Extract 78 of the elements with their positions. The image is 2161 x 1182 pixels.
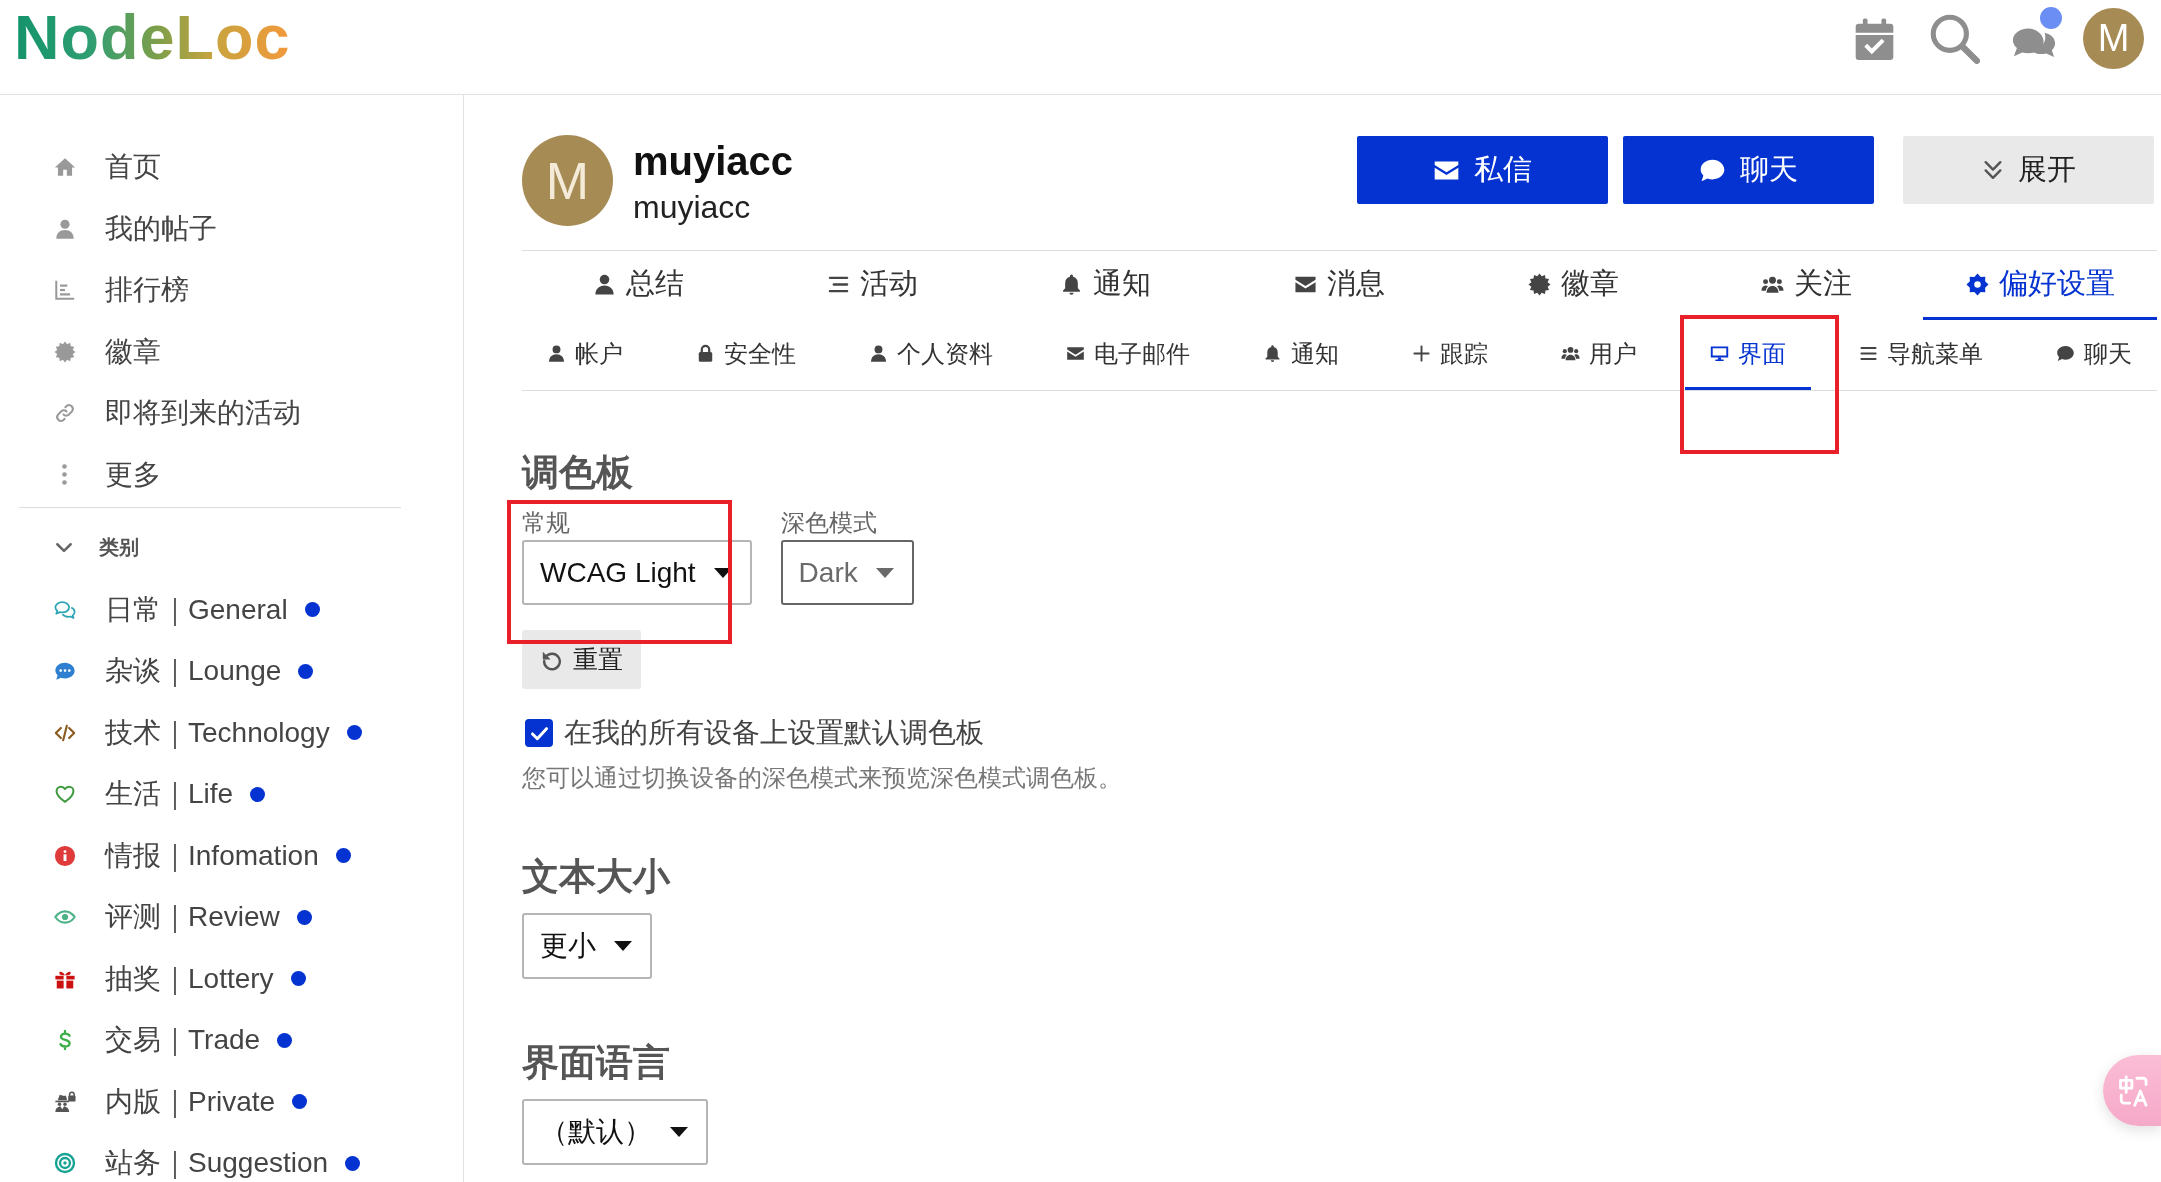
category-link[interactable]: 抽奖｜Lottery bbox=[54, 960, 306, 997]
bar-chart-icon bbox=[54, 279, 76, 302]
help-text: 您可以通过切换设备的深色模式来预览深色模式调色板。 bbox=[522, 763, 1122, 793]
section-heading: 调色板 bbox=[522, 451, 633, 495]
category-section-toggle[interactable]: 类别 bbox=[54, 527, 139, 568]
preferences-tab[interactable]: 用户 bbox=[1536, 320, 1662, 390]
user-icon bbox=[54, 217, 76, 240]
category-link[interactable]: 日常｜General bbox=[54, 591, 320, 628]
bars-icon bbox=[1859, 344, 1878, 363]
caret-down-icon bbox=[670, 1127, 688, 1137]
plus-icon bbox=[1412, 344, 1431, 363]
section-heading: 文本大小 bbox=[522, 855, 670, 899]
link-icon bbox=[54, 402, 76, 425]
caret-down-icon bbox=[614, 941, 632, 951]
preferences-tab[interactable]: 安全性 bbox=[671, 320, 821, 390]
profile-tab[interactable]: 消息 bbox=[1222, 251, 1457, 320]
category-link[interactable]: 技术｜Technology bbox=[54, 714, 362, 751]
user-icon bbox=[869, 344, 888, 363]
field-label: 常规 bbox=[522, 508, 570, 538]
sidebar-item[interactable]: 我的帖子 bbox=[54, 206, 217, 251]
palette-select[interactable]: Dark bbox=[780, 540, 914, 605]
preferences-tab[interactable]: 界面 bbox=[1685, 320, 1811, 390]
preferences-tab[interactable]: 电子邮件 bbox=[1041, 320, 1215, 390]
profile-tab[interactable]: 关注 bbox=[1689, 251, 1924, 320]
user-icon bbox=[547, 344, 566, 363]
sidebar-item[interactable]: 首页 bbox=[54, 145, 161, 189]
profile-tab[interactable]: 通知 bbox=[989, 251, 1223, 320]
message-button[interactable]: 私信 bbox=[1357, 136, 1608, 204]
envelope-icon bbox=[1066, 344, 1085, 363]
preferences-tab[interactable]: 跟踪 bbox=[1387, 320, 1513, 390]
category-link[interactable]: 内版｜Private bbox=[54, 1083, 308, 1120]
profile-tab[interactable]: 偏好设置 bbox=[1923, 251, 2158, 320]
text-size-select[interactable]: 更小 bbox=[522, 913, 652, 979]
profile-tab[interactable]: 徽章 bbox=[1456, 251, 1690, 320]
monitor-icon bbox=[1710, 344, 1729, 363]
sidebar-item[interactable]: 即将到来的活动 bbox=[54, 391, 301, 436]
sidebar-item[interactable]: 更多 bbox=[54, 452, 161, 497]
chat-bubble-icon bbox=[2056, 344, 2075, 363]
sidebar-item[interactable]: 徽章 bbox=[54, 329, 161, 374]
expand-button[interactable]: 展开 bbox=[1903, 136, 2154, 204]
profile-tab[interactable]: 活动 bbox=[755, 251, 990, 320]
badge-icon bbox=[1527, 272, 1551, 296]
vertical-dots-icon bbox=[62, 464, 67, 486]
badge-icon bbox=[54, 340, 76, 363]
user-icon bbox=[593, 272, 617, 296]
preferences-tab[interactable]: 导航菜单 bbox=[1834, 320, 2008, 390]
search-icon[interactable] bbox=[1929, 13, 1980, 64]
lock-icon bbox=[696, 344, 715, 363]
reset-button[interactable]: 重置 bbox=[522, 630, 641, 689]
section-heading: 界面语言 bbox=[522, 1041, 670, 1085]
preferences-tab[interactable]: 通知 bbox=[1238, 320, 1364, 390]
caret-down-icon bbox=[875, 567, 894, 578]
profile-avatar: M bbox=[522, 135, 613, 226]
language-select[interactable]: （默认） bbox=[522, 1099, 708, 1165]
field-label: 深色模式 bbox=[780, 508, 877, 538]
preferences-tab[interactable]: 个人资料 bbox=[844, 320, 1018, 390]
profile-name: muyiacc bbox=[633, 138, 794, 184]
double-chevron-down-icon bbox=[1981, 159, 2004, 181]
checkbox[interactable] bbox=[525, 719, 553, 747]
gear-icon bbox=[1965, 272, 1989, 296]
bell-icon bbox=[1263, 344, 1282, 363]
category-link[interactable]: 交易｜Trade bbox=[54, 1022, 293, 1059]
chat-button[interactable]: 聊天 bbox=[1623, 136, 1874, 204]
profile-tab[interactable]: 总结 bbox=[522, 251, 756, 320]
category-link[interactable]: 生活｜Life bbox=[54, 776, 266, 813]
category-link[interactable]: 情报｜Infomation bbox=[54, 837, 351, 874]
users-icon bbox=[1561, 344, 1580, 363]
checkbox-label: 在我的所有设备上设置默认调色板 bbox=[564, 716, 984, 750]
category-link[interactable]: 杂谈｜Lounge bbox=[54, 653, 314, 690]
profile-username: muyiacc bbox=[633, 188, 752, 227]
sidebar-item[interactable]: 排行榜 bbox=[54, 268, 189, 313]
category-link[interactable]: 站务｜Suggestion bbox=[54, 1145, 361, 1182]
category-link[interactable]: 评测｜Review bbox=[54, 899, 312, 936]
home-icon bbox=[54, 156, 76, 178]
translate-button[interactable] bbox=[2103, 1055, 2161, 1126]
palette-select[interactable]: WCAG Light bbox=[522, 540, 752, 605]
preferences-tab[interactable]: 帐户 bbox=[522, 320, 648, 390]
preferences-tab[interactable]: 聊天 bbox=[2031, 320, 2157, 390]
